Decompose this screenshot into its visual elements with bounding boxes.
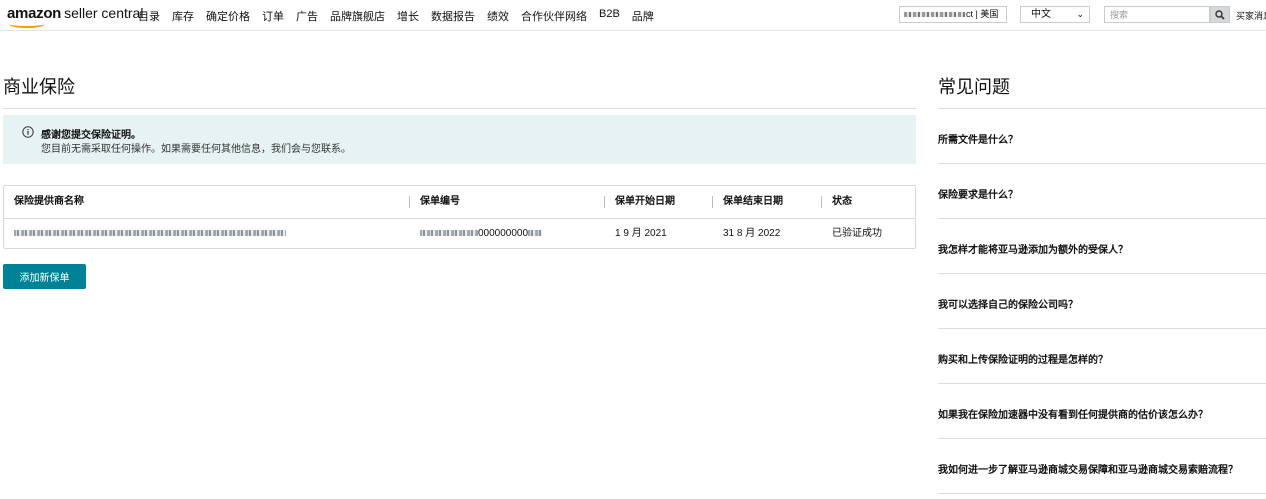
faq-question: 所需文件是什么？ [938, 135, 1018, 146]
redacted-provider-name [14, 230, 286, 237]
language-select[interactable]: 中文 ⌄ [1020, 6, 1090, 23]
table-row: 000000000 1 9 月 2021 31 8 月 2022 已验证成功 [4, 219, 915, 249]
language-value: 中文 [1031, 9, 1051, 20]
status-cell: 已验证成功 [832, 228, 882, 239]
faq-item[interactable]: 所需文件是什么？ [938, 109, 1266, 164]
table-header-row: 保险提供商名称 保单编号 保单开始日期 保单结束日期 状态 [4, 186, 915, 219]
policy-number-visible: 000000000 [478, 228, 529, 239]
logo-product: seller central [64, 5, 144, 21]
nav-pricing[interactable]: 确定价格 [206, 8, 250, 24]
nav-performance[interactable]: 绩效 [487, 8, 509, 24]
faq-question: 保险要求是什么？ [938, 190, 1018, 201]
search-button[interactable] [1210, 6, 1230, 23]
buyer-messages-link[interactable]: 买家消息 [1236, 9, 1266, 22]
faq-item[interactable]: 如果我在保险加速器中没有看到任何提供商的估价该怎么办？ [938, 384, 1266, 439]
policy-number-cell: 000000000 [420, 228, 543, 240]
nav-stores[interactable]: 品牌旗舰店 [330, 8, 385, 24]
account-switcher[interactable]: ct | 美国 [899, 6, 1007, 23]
nav-brands[interactable]: 品牌 [632, 8, 654, 24]
faq-question: 我如何进一步了解亚马逊商城交易保障和亚马逊商城交易索赔流程？ [938, 465, 1238, 476]
page-title: 商业保险 [3, 77, 75, 97]
nav-b2b[interactable]: B2B [599, 8, 620, 24]
faq-question: 购买和上传保险证明的过程是怎样的？ [938, 355, 1108, 366]
header-end-date: 保单结束日期 [723, 196, 783, 207]
faq-question: 我可以选择自己的保险公司吗？ [938, 300, 1078, 311]
nav-reports[interactable]: 数据报告 [431, 8, 475, 24]
column-divider [604, 196, 605, 208]
chevron-down-icon: ⌄ [1076, 9, 1084, 19]
redacted-policy-suffix [528, 230, 543, 237]
faq-item[interactable]: 我可以选择自己的保险公司吗？ [938, 274, 1266, 329]
faq-question: 如果我在保险加速器中没有看到任何提供商的估价该怎么办？ [938, 410, 1208, 421]
nav-advertising[interactable]: 广告 [296, 8, 318, 24]
top-navigation-bar: amazon seller central 目录 库存 确定价格 订单 广告 品… [0, 0, 1266, 31]
column-divider [821, 196, 822, 208]
add-new-policy-button[interactable]: 添加新保单 [3, 264, 86, 289]
redacted-policy-prefix [420, 230, 478, 237]
nav-partner-network[interactable]: 合作伙伴网络 [521, 8, 587, 24]
amazon-smile-icon [9, 20, 45, 28]
nav-inventory[interactable]: 库存 [172, 8, 194, 24]
provider-name-cell [14, 228, 286, 240]
faq-item[interactable]: 保险要求是什么？ [938, 164, 1266, 219]
faq-item[interactable]: 我怎样才能将亚马逊添加为额外的受保人？ [938, 219, 1266, 274]
column-divider [712, 196, 713, 208]
end-date-cell: 31 8 月 2022 [723, 228, 781, 239]
info-alert: 感谢您提交保险证明。 您目前无需采取任何操作。如果需要任何其他信息，我们会与您联… [3, 115, 916, 164]
nav-growth[interactable]: 增长 [397, 8, 419, 24]
column-divider [409, 196, 410, 208]
header-provider-name: 保险提供商名称 [14, 196, 84, 207]
policy-table: 保险提供商名称 保单编号 保单开始日期 保单结束日期 状态 000000000 … [3, 185, 916, 249]
faq-item[interactable]: 购买和上传保险证明的过程是怎样的？ [938, 329, 1266, 384]
faq-question: 我怎样才能将亚马逊添加为额外的受保人？ [938, 245, 1128, 256]
faq-title: 常见问题 [938, 77, 1010, 97]
nav-orders[interactable]: 订单 [262, 8, 284, 24]
account-suffix: ct | 美国 [966, 9, 999, 19]
main-nav: 目录 库存 确定价格 订单 广告 品牌旗舰店 增长 数据报告 绩效 合作伙伴网络… [138, 8, 666, 24]
redacted-account-name [904, 12, 966, 18]
header-start-date: 保单开始日期 [615, 196, 675, 207]
search-input[interactable] [1104, 6, 1210, 23]
search-icon [1215, 9, 1225, 20]
alert-body: 您目前无需采取任何操作。如果需要任何其他信息，我们会与您联系。 [41, 144, 351, 155]
header-policy-number: 保单编号 [420, 196, 460, 207]
info-icon [22, 126, 34, 138]
nav-catalog[interactable]: 目录 [138, 8, 160, 24]
header-status: 状态 [832, 196, 852, 207]
seller-central-logo[interactable]: amazon seller central [7, 5, 144, 28]
faq-item[interactable]: 我如何进一步了解亚马逊商城交易保障和亚马逊商城交易索赔流程？ [938, 439, 1266, 494]
start-date-cell: 1 9 月 2021 [615, 228, 667, 239]
title-divider [3, 108, 916, 109]
alert-title: 感谢您提交保险证明。 [41, 130, 141, 141]
